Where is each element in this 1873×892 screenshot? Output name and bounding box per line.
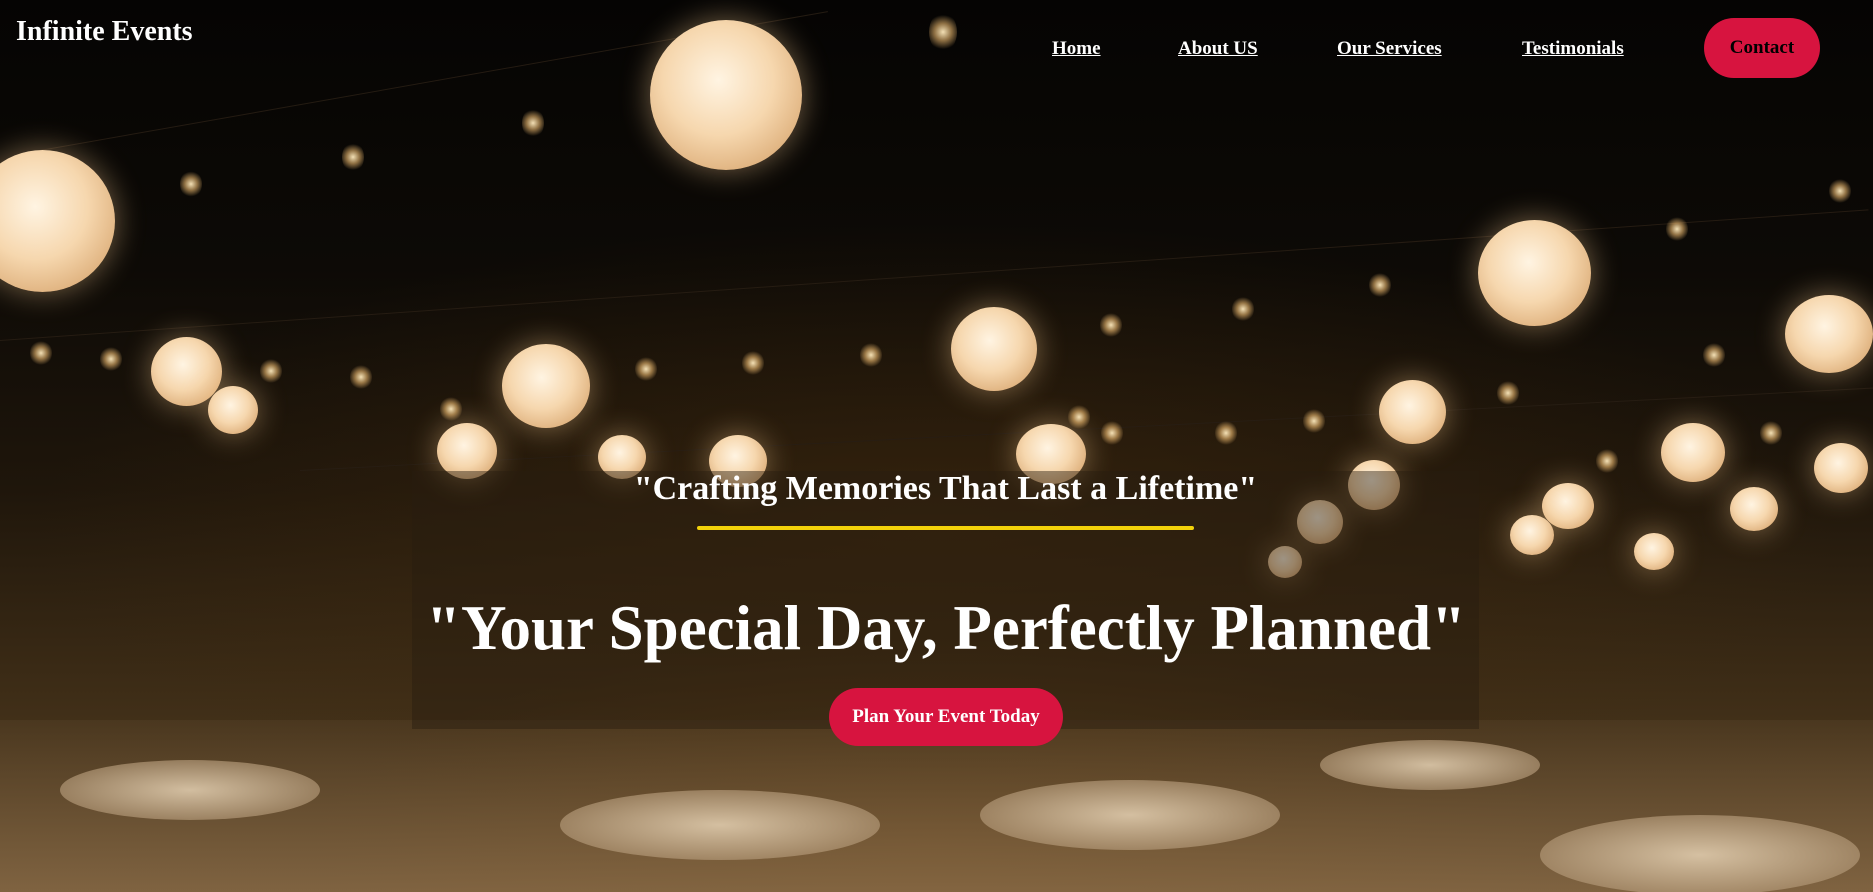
string-light (342, 142, 364, 172)
paper-lantern (951, 307, 1037, 391)
paper-lantern (502, 344, 590, 428)
string-light (1829, 178, 1851, 204)
string-light (1303, 408, 1325, 434)
string-light (1232, 296, 1254, 322)
string-light (350, 364, 372, 390)
contact-button[interactable]: Contact (1704, 18, 1820, 78)
top-navbar: Infinite Events Home About US Our Servic… (0, 0, 1873, 90)
paper-lantern (1785, 295, 1873, 373)
reception-table (1320, 740, 1540, 790)
string-light (1068, 404, 1090, 430)
paper-lantern (1634, 533, 1674, 570)
reception-table (60, 760, 320, 820)
paper-lantern (1510, 515, 1554, 555)
nav-link-testimonials[interactable]: Testimonials (1522, 38, 1624, 60)
reception-table (1540, 815, 1860, 892)
paper-lantern (1542, 483, 1594, 529)
paper-lantern (1661, 423, 1725, 482)
paper-lantern (1478, 220, 1591, 326)
string-light (100, 346, 122, 372)
string-light (742, 350, 764, 376)
nav-link-about-us[interactable]: About US (1178, 38, 1258, 60)
string-light (1101, 420, 1123, 446)
string-light (1760, 420, 1782, 446)
hero-tagline: "Crafting Memories That Last a Lifetime" (633, 470, 1258, 507)
string-light (1100, 312, 1122, 338)
paper-lantern (1379, 380, 1446, 444)
reception-table (560, 790, 880, 860)
string-light (860, 342, 882, 368)
paper-lantern (0, 150, 115, 292)
string-light (180, 170, 202, 198)
paper-lantern (1814, 443, 1868, 493)
hero-headline: "Your Special Day, Perfectly Planned" (426, 593, 1466, 663)
string-light (635, 356, 657, 382)
paper-lantern (1730, 487, 1778, 531)
nav-link-our-services[interactable]: Our Services (1337, 38, 1442, 60)
nav-link-home[interactable]: Home (1052, 38, 1101, 60)
string-light (1497, 380, 1519, 406)
string-light (1703, 342, 1725, 368)
string-light (1666, 216, 1688, 242)
hero-background-image (0, 0, 1873, 892)
string-light (1215, 420, 1237, 446)
paper-lantern (208, 386, 258, 434)
string-light (260, 358, 282, 384)
string-light (440, 396, 462, 422)
string-light (1596, 448, 1618, 474)
plan-event-button[interactable]: Plan Your Event Today (829, 688, 1063, 746)
brand-logo[interactable]: Infinite Events (16, 16, 193, 48)
reception-table (980, 780, 1280, 850)
tagline-underline (697, 526, 1194, 530)
string-light (1369, 272, 1391, 298)
string-light (522, 108, 544, 138)
string-light (30, 340, 52, 366)
